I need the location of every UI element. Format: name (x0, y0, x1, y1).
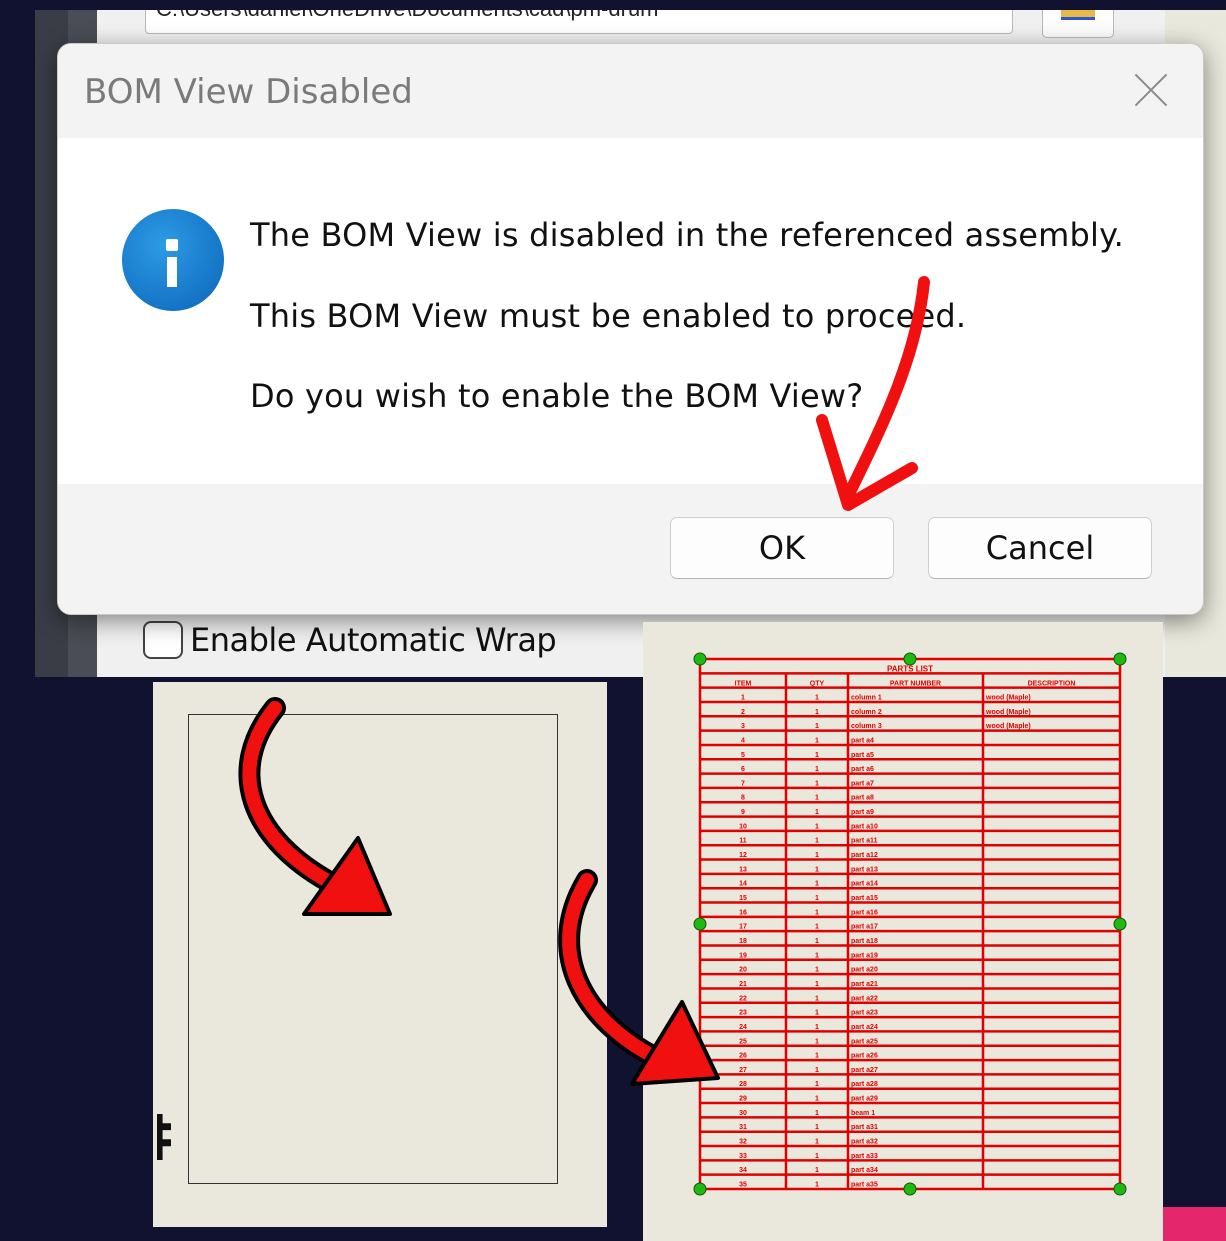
arrow-to-frame-icon (238, 697, 392, 916)
annotation-arrows (238, 276, 930, 1086)
arrow-to-ok-icon (816, 276, 930, 511)
arrow-to-table-icon (558, 869, 720, 1086)
